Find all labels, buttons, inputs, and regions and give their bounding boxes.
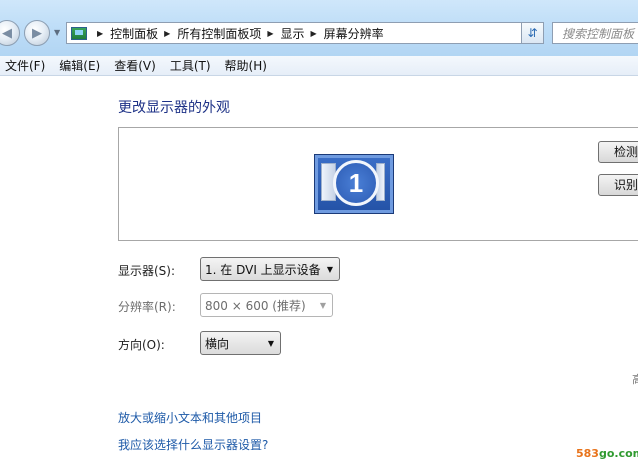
menu-bar: 文件(F) 编辑(E) 查看(V) 工具(T) 帮助(H) xyxy=(0,56,638,76)
chevron-down-icon: ▼ xyxy=(326,264,333,274)
menu-item-help[interactable]: 帮助(H) xyxy=(219,57,275,74)
advanced-settings-link[interactable]: 高 xyxy=(632,371,638,387)
breadcrumb-chevron-icon[interactable]: ▶ xyxy=(267,29,273,38)
breadcrumb-chevron-icon[interactable]: ▶ xyxy=(311,29,317,38)
menu-item-edit[interactable]: 编辑(E) xyxy=(53,57,108,74)
monitor-preview-area: 1 检测 识别 xyxy=(118,127,638,241)
breadcrumb[interactable]: ▶ 控制面板 ▶ 所有控制面板项 ▶ 显示 ▶ 屏幕分辨率 xyxy=(66,22,544,44)
breadcrumb-chevron-icon[interactable]: ▶ xyxy=(164,29,170,38)
control-panel-icon xyxy=(71,26,87,40)
display-select[interactable]: 1. 在 DVI 上显示设备 ▼ xyxy=(200,257,340,281)
menu-item-tools[interactable]: 工具(T) xyxy=(164,57,219,74)
menu-item-view[interactable]: 查看(V) xyxy=(108,57,164,74)
watermark-logo: 583go.com xyxy=(576,447,638,460)
display-label: 显示器(S): xyxy=(118,264,176,278)
breadcrumb-item-screen-resolution[interactable]: 屏幕分辨率 xyxy=(324,25,384,42)
orientation-select-value: 横向 xyxy=(205,336,230,351)
monitor-1-icon[interactable]: 1 xyxy=(314,154,394,214)
orientation-label: 方向(O): xyxy=(118,338,165,352)
back-arrow-icon[interactable]: ◀ xyxy=(0,20,20,46)
address-bar-row: ◀ ▶ ▼ ▶ 控制面板 ▶ 所有控制面板项 ▶ 显示 ▶ 屏幕分辨率 ⇵ 搜索… xyxy=(0,0,638,56)
page-title: 更改显示器的外观 xyxy=(118,100,230,116)
identify-button[interactable]: 识别 xyxy=(598,174,638,196)
detect-button[interactable]: 检测 xyxy=(598,141,638,163)
enlarge-text-link[interactable]: 放大或缩小文本和其他项目 xyxy=(118,409,262,426)
chevron-down-icon: ▼ xyxy=(319,300,326,310)
monitor-number: 1 xyxy=(348,168,364,198)
menu-item-file[interactable]: 文件(F) xyxy=(0,57,53,74)
forward-arrow-icon[interactable]: ▶ xyxy=(24,20,50,46)
search-input[interactable]: 搜索控制面板 xyxy=(552,22,638,44)
monitor-number-badge: 1 xyxy=(333,160,379,206)
which-settings-link[interactable]: 我应该选择什么显示器设置? xyxy=(118,436,268,453)
orientation-select[interactable]: 横向 ▼ xyxy=(200,331,281,355)
resolution-select-value: 800 × 600 (推荐) xyxy=(205,298,306,313)
resolution-label: 分辨率(R): xyxy=(118,300,176,314)
breadcrumb-item-display[interactable]: 显示 xyxy=(281,25,305,42)
resolution-select[interactable]: 800 × 600 (推荐) ▼ xyxy=(200,293,333,317)
chevron-down-icon: ▼ xyxy=(267,338,274,348)
breadcrumb-item-control-panel[interactable]: 控制面板 xyxy=(110,25,158,42)
refresh-icon[interactable]: ⇵ xyxy=(521,22,544,44)
recent-pages-dropdown-icon[interactable]: ▼ xyxy=(54,28,60,37)
breadcrumb-chevron-icon[interactable]: ▶ xyxy=(97,29,103,38)
display-select-value: 1. 在 DVI 上显示设备 xyxy=(205,262,321,277)
breadcrumb-item-all-items[interactable]: 所有控制面板项 xyxy=(177,25,261,42)
